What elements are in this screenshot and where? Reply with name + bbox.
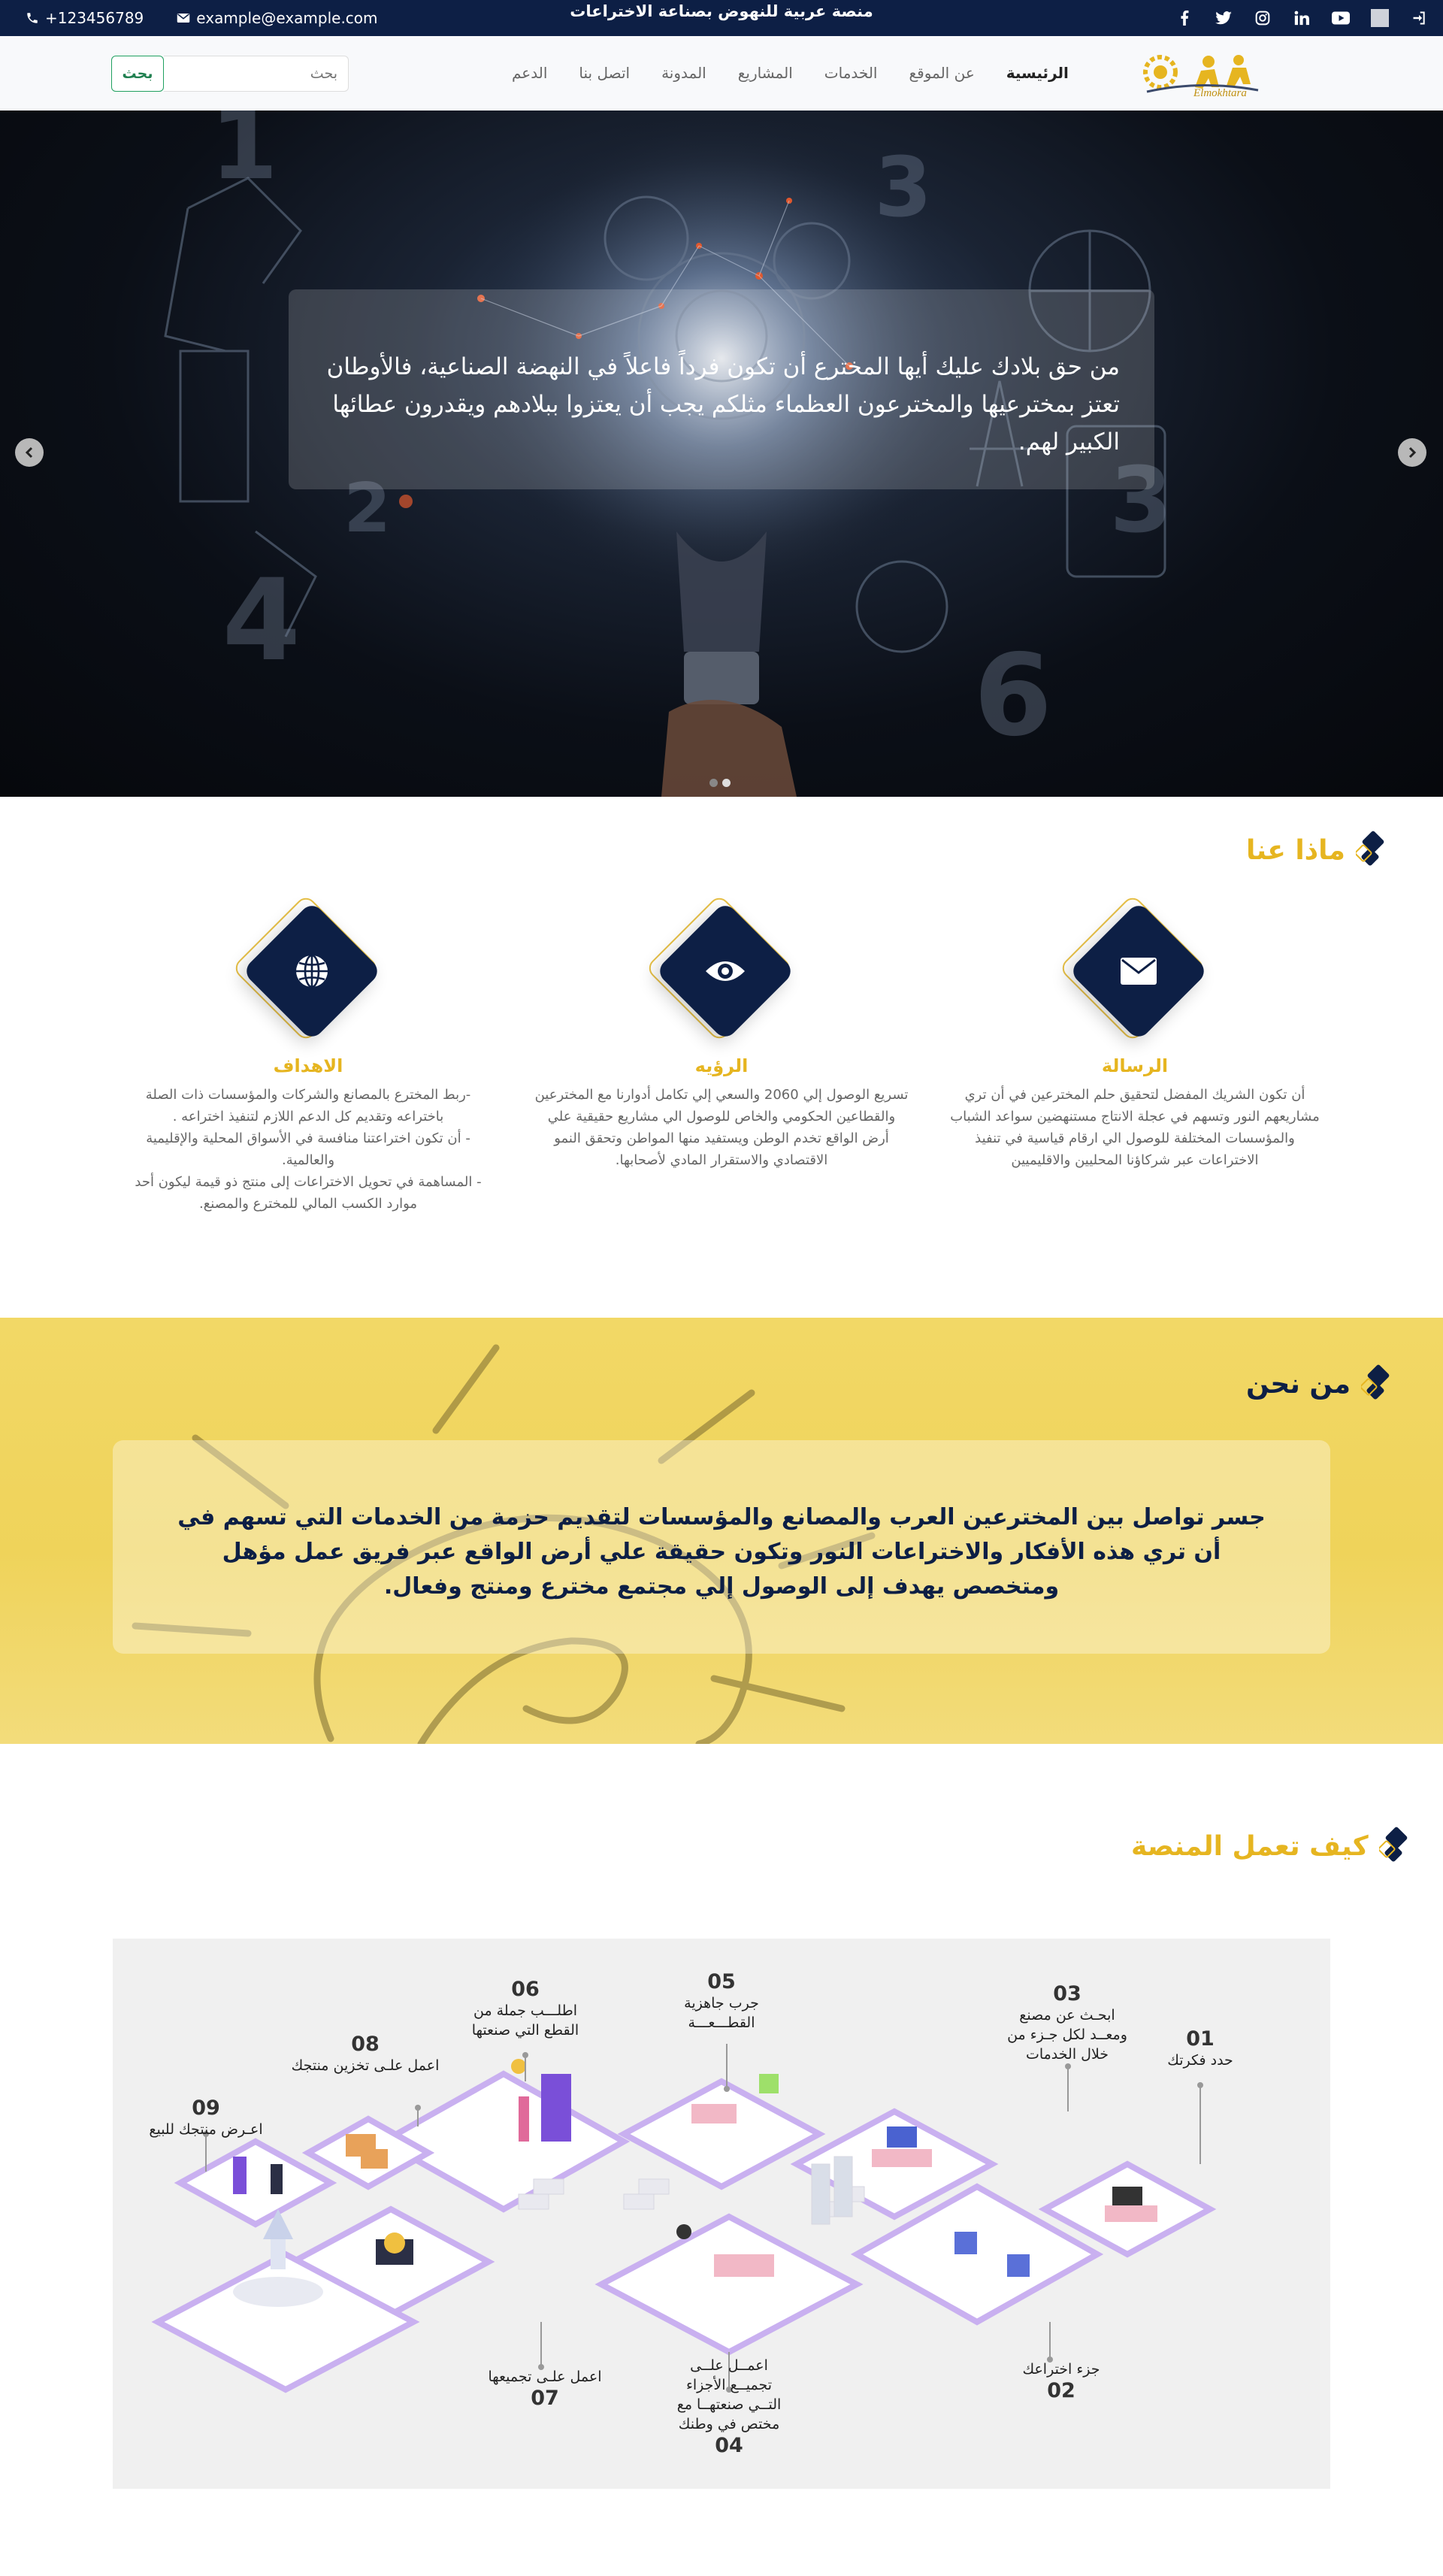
double-diamond-icon <box>1378 1827 1407 1862</box>
linkedin-icon[interactable] <box>1293 9 1311 27</box>
step-label: حدد فكرتك <box>1167 2052 1233 2069</box>
step-number: 01 <box>1186 2027 1215 2051</box>
double-diamond-icon <box>1361 1364 1390 1400</box>
hero-caption: من حق بلادك عليك أيها المخترع أن تكون فر… <box>289 289 1154 489</box>
step-label: ابحـث عن مصنع ومعــد لكل جـزء من خلال ال… <box>1007 2007 1127 2063</box>
step-number: 05 <box>707 1970 736 1993</box>
step-06: 06 اطلـــب جملة من القطع التي صنعتها <box>465 1978 585 2040</box>
step-01: 01 حدد فكرتك <box>1155 2027 1245 2070</box>
who-we-are-section: من نحن جسر تواصل بين المخترعين العرب وال… <box>0 1318 1443 1744</box>
nav-item-support[interactable]: الدعم <box>496 64 563 82</box>
search-form: بحث <box>111 56 349 92</box>
vision-card: الرؤيه تسريع الوصول إلي 2060 والسعي إلي … <box>526 894 917 1171</box>
step-02: جزء اختراعك 02 <box>1005 2360 1118 2402</box>
goal-line: - المساهمة في تحويل الاختراعات إلى منتج … <box>135 1174 482 1212</box>
globe-icon <box>286 946 337 997</box>
envelope-icon <box>1113 946 1164 997</box>
facebook-icon[interactable] <box>1175 9 1193 27</box>
step-03: 03 ابحـث عن مصنع ومعــد لكل جـزء من خلال… <box>1007 1982 1127 2064</box>
vision-badge <box>645 894 796 1045</box>
nav-item-home[interactable]: الرئيسية <box>991 64 1085 82</box>
card-text: -ربط المخترع بالمصانع والشركات والمؤسسات… <box>113 1084 504 1215</box>
mission-badge <box>1058 894 1209 1045</box>
hero-carousel: 1 4 3 3 6 2 من حق بلادك عليك أيها المختر… <box>0 110 1443 797</box>
section-title: ماذا عنا <box>1246 834 1345 866</box>
step-number: 03 <box>1053 1982 1081 2005</box>
step-label: جرب جاهزية القطـــعـــة <box>684 1995 759 2031</box>
youtube-icon[interactable] <box>1332 9 1350 27</box>
step-07: اعمل علـى تجميعها 07 <box>470 2367 620 2410</box>
sign-in-icon[interactable] <box>1410 9 1428 27</box>
search-button[interactable]: بحث <box>111 56 164 92</box>
carousel-dot-1[interactable] <box>709 779 718 787</box>
svg-text:6: 6 <box>974 631 1052 761</box>
how-it-works-infographic: 01 حدد فكرتك جزء اختراعك 02 03 ابحـث عن … <box>113 1939 1330 2489</box>
topbar-divider <box>1371 9 1389 27</box>
what-we-do-heading: ماذا عنا <box>1246 829 1389 871</box>
goals-badge <box>231 894 383 1045</box>
step-number: 04 <box>715 2434 743 2457</box>
section-title: كيف تعمل المنصة <box>1131 1830 1369 1862</box>
section-title: من نحن <box>1246 1368 1351 1400</box>
step-label: اعـرض منتجك للبيع <box>149 2121 263 2138</box>
step-number: 02 <box>1047 2379 1075 2402</box>
page: { "topbar": { "phone": "+123456789", "em… <box>0 0 1443 2576</box>
social-links <box>1175 0 1428 36</box>
step-label: اعمل علـى تخزين منتجك <box>291 2057 440 2074</box>
twitter-icon[interactable] <box>1215 9 1233 27</box>
eye-icon <box>700 946 751 997</box>
site-logo[interactable]: Elmokhtara <box>1141 50 1261 99</box>
carousel-indicators <box>709 779 731 787</box>
card-title: الرؤيه <box>694 1055 749 1076</box>
card-title: الاهداف <box>273 1055 343 1076</box>
chevron-left-icon <box>25 446 33 459</box>
step-05: 05 جرب جاهزية القطـــعـــة <box>673 1970 770 2033</box>
logo-text: Elmokhtara <box>1193 87 1247 99</box>
step-08: 08 اعمل علـى تخزين منتجك <box>283 2033 448 2075</box>
nav-item-projects[interactable]: المشاريع <box>722 64 809 82</box>
who-we-are-text: جسر تواصل بين المخترعين العرب والمصانع و… <box>113 1440 1330 1654</box>
chevron-right-icon <box>1408 446 1417 459</box>
step-09: 09 اعـرض منتجك للبيع <box>146 2096 266 2139</box>
step-number: 07 <box>531 2387 559 2410</box>
svg-text:3: 3 <box>874 139 932 235</box>
step-number: 08 <box>351 2033 380 2056</box>
nav-item-about[interactable]: عن الموقع <box>893 64 990 82</box>
step-number: 06 <box>511 1978 540 2001</box>
nav-item-contact[interactable]: اتصل بنا <box>563 64 646 82</box>
step-number: 09 <box>192 2096 220 2120</box>
step-04: اعمــل علــى تجميــع الأجزاء التــي صنعت… <box>676 2356 782 2457</box>
card-title: الرسالة <box>1101 1055 1169 1076</box>
mission-card: الرسالة أن تكون الشريك المفضل لتحقيق حلم… <box>939 894 1330 1171</box>
card-text: أن تكون الشريك المفضل لتحقيق حلم المخترع… <box>950 1087 1320 1168</box>
nav-item-services[interactable]: الخدمات <box>809 64 894 82</box>
instagram-icon[interactable] <box>1254 9 1272 27</box>
goal-line: -ربط المخترع بالمصانع والشركات والمؤسسات… <box>145 1087 471 1125</box>
svg-text:1: 1 <box>210 110 278 201</box>
who-we-are-heading: من نحن <box>1246 1363 1394 1405</box>
carousel-next-button[interactable] <box>1398 438 1426 467</box>
step-label: جزء اختراعك <box>1022 2361 1100 2378</box>
search-input[interactable] <box>164 56 349 92</box>
card-text: تسريع الوصول إلي 2060 والسعي إلي تكامل أ… <box>534 1087 909 1168</box>
goals-card: الاهداف -ربط المخترع بالمصانع والشركات و… <box>113 894 504 1215</box>
carousel-prev-button[interactable] <box>15 438 44 467</box>
top-bar: +123456789 example@example.com منصة عربي… <box>0 0 1443 36</box>
step-label: اطلـــب جملة من القطع التي صنعتها <box>471 2002 579 2039</box>
how-it-works-heading: كيف تعمل المنصة <box>1131 1825 1412 1867</box>
main-navbar: Elmokhtara الرئيسية عن الموقع الخدمات ال… <box>0 36 1443 110</box>
goal-line: - أن تكون اختراعتنا منافسة في الأسواق ال… <box>146 1131 470 1168</box>
step-label: اعمل علـى تجميعها <box>488 2369 602 2385</box>
carousel-dot-2[interactable] <box>722 779 731 787</box>
double-diamond-icon <box>1355 831 1384 866</box>
nav-menu: الرئيسية عن الموقع الخدمات المشاريع المد… <box>496 36 1085 110</box>
step-label: اعمــل علــى تجميــع الأجزاء التــي صنعت… <box>676 2357 782 2432</box>
svg-text:4: 4 <box>222 555 301 686</box>
nav-item-blog[interactable]: المدونة <box>646 64 722 82</box>
